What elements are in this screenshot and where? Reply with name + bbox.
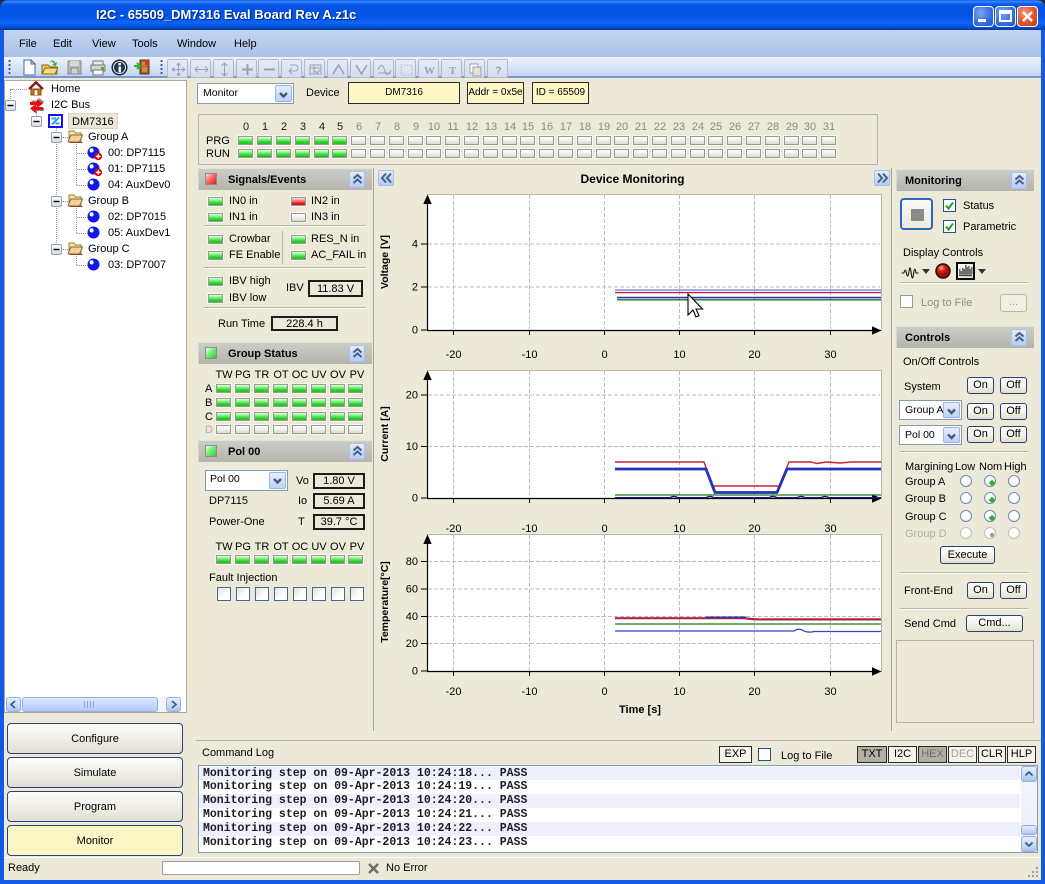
svg-text:?: ?	[495, 65, 502, 77]
svg-text:0: 0	[412, 493, 418, 505]
svg-text:0: 0	[412, 666, 418, 678]
svg-text:-10: -10	[522, 349, 538, 361]
svg-text:0: 0	[601, 686, 607, 698]
svg-text:20: 20	[748, 686, 760, 698]
svg-text:20: 20	[406, 390, 418, 402]
svg-text:30: 30	[824, 349, 836, 361]
svg-text:0: 0	[412, 325, 418, 337]
svg-text:80: 80	[406, 556, 418, 568]
svg-text:60: 60	[406, 584, 418, 596]
svg-text:30: 30	[824, 686, 836, 698]
svg-text:10: 10	[673, 686, 685, 698]
svg-text:0: 0	[601, 523, 607, 535]
svg-text:10: 10	[673, 349, 685, 361]
svg-text:40: 40	[406, 611, 418, 623]
svg-text:Temperature[°C]: Temperature[°C]	[379, 561, 391, 643]
svg-text:W: W	[424, 65, 435, 77]
svg-text:-20: -20	[446, 686, 462, 698]
svg-text:10: 10	[406, 441, 418, 453]
svg-text:T: T	[449, 65, 457, 77]
svg-text:-20: -20	[446, 349, 462, 361]
svg-text:2: 2	[412, 282, 418, 294]
svg-text:Current [A]: Current [A]	[379, 406, 391, 461]
svg-text:20: 20	[748, 349, 760, 361]
svg-text:20: 20	[406, 638, 418, 650]
svg-text:0: 0	[601, 349, 607, 361]
svg-text:10: 10	[673, 523, 685, 535]
svg-text:-20: -20	[446, 523, 462, 535]
svg-text:Time [s]: Time [s]	[619, 704, 661, 716]
svg-text:30: 30	[824, 523, 836, 535]
svg-text:-10: -10	[522, 523, 538, 535]
svg-text:20: 20	[748, 523, 760, 535]
svg-text:Voltage [V]: Voltage [V]	[379, 235, 391, 289]
svg-text:-10: -10	[522, 686, 538, 698]
svg-text:4: 4	[412, 239, 418, 251]
